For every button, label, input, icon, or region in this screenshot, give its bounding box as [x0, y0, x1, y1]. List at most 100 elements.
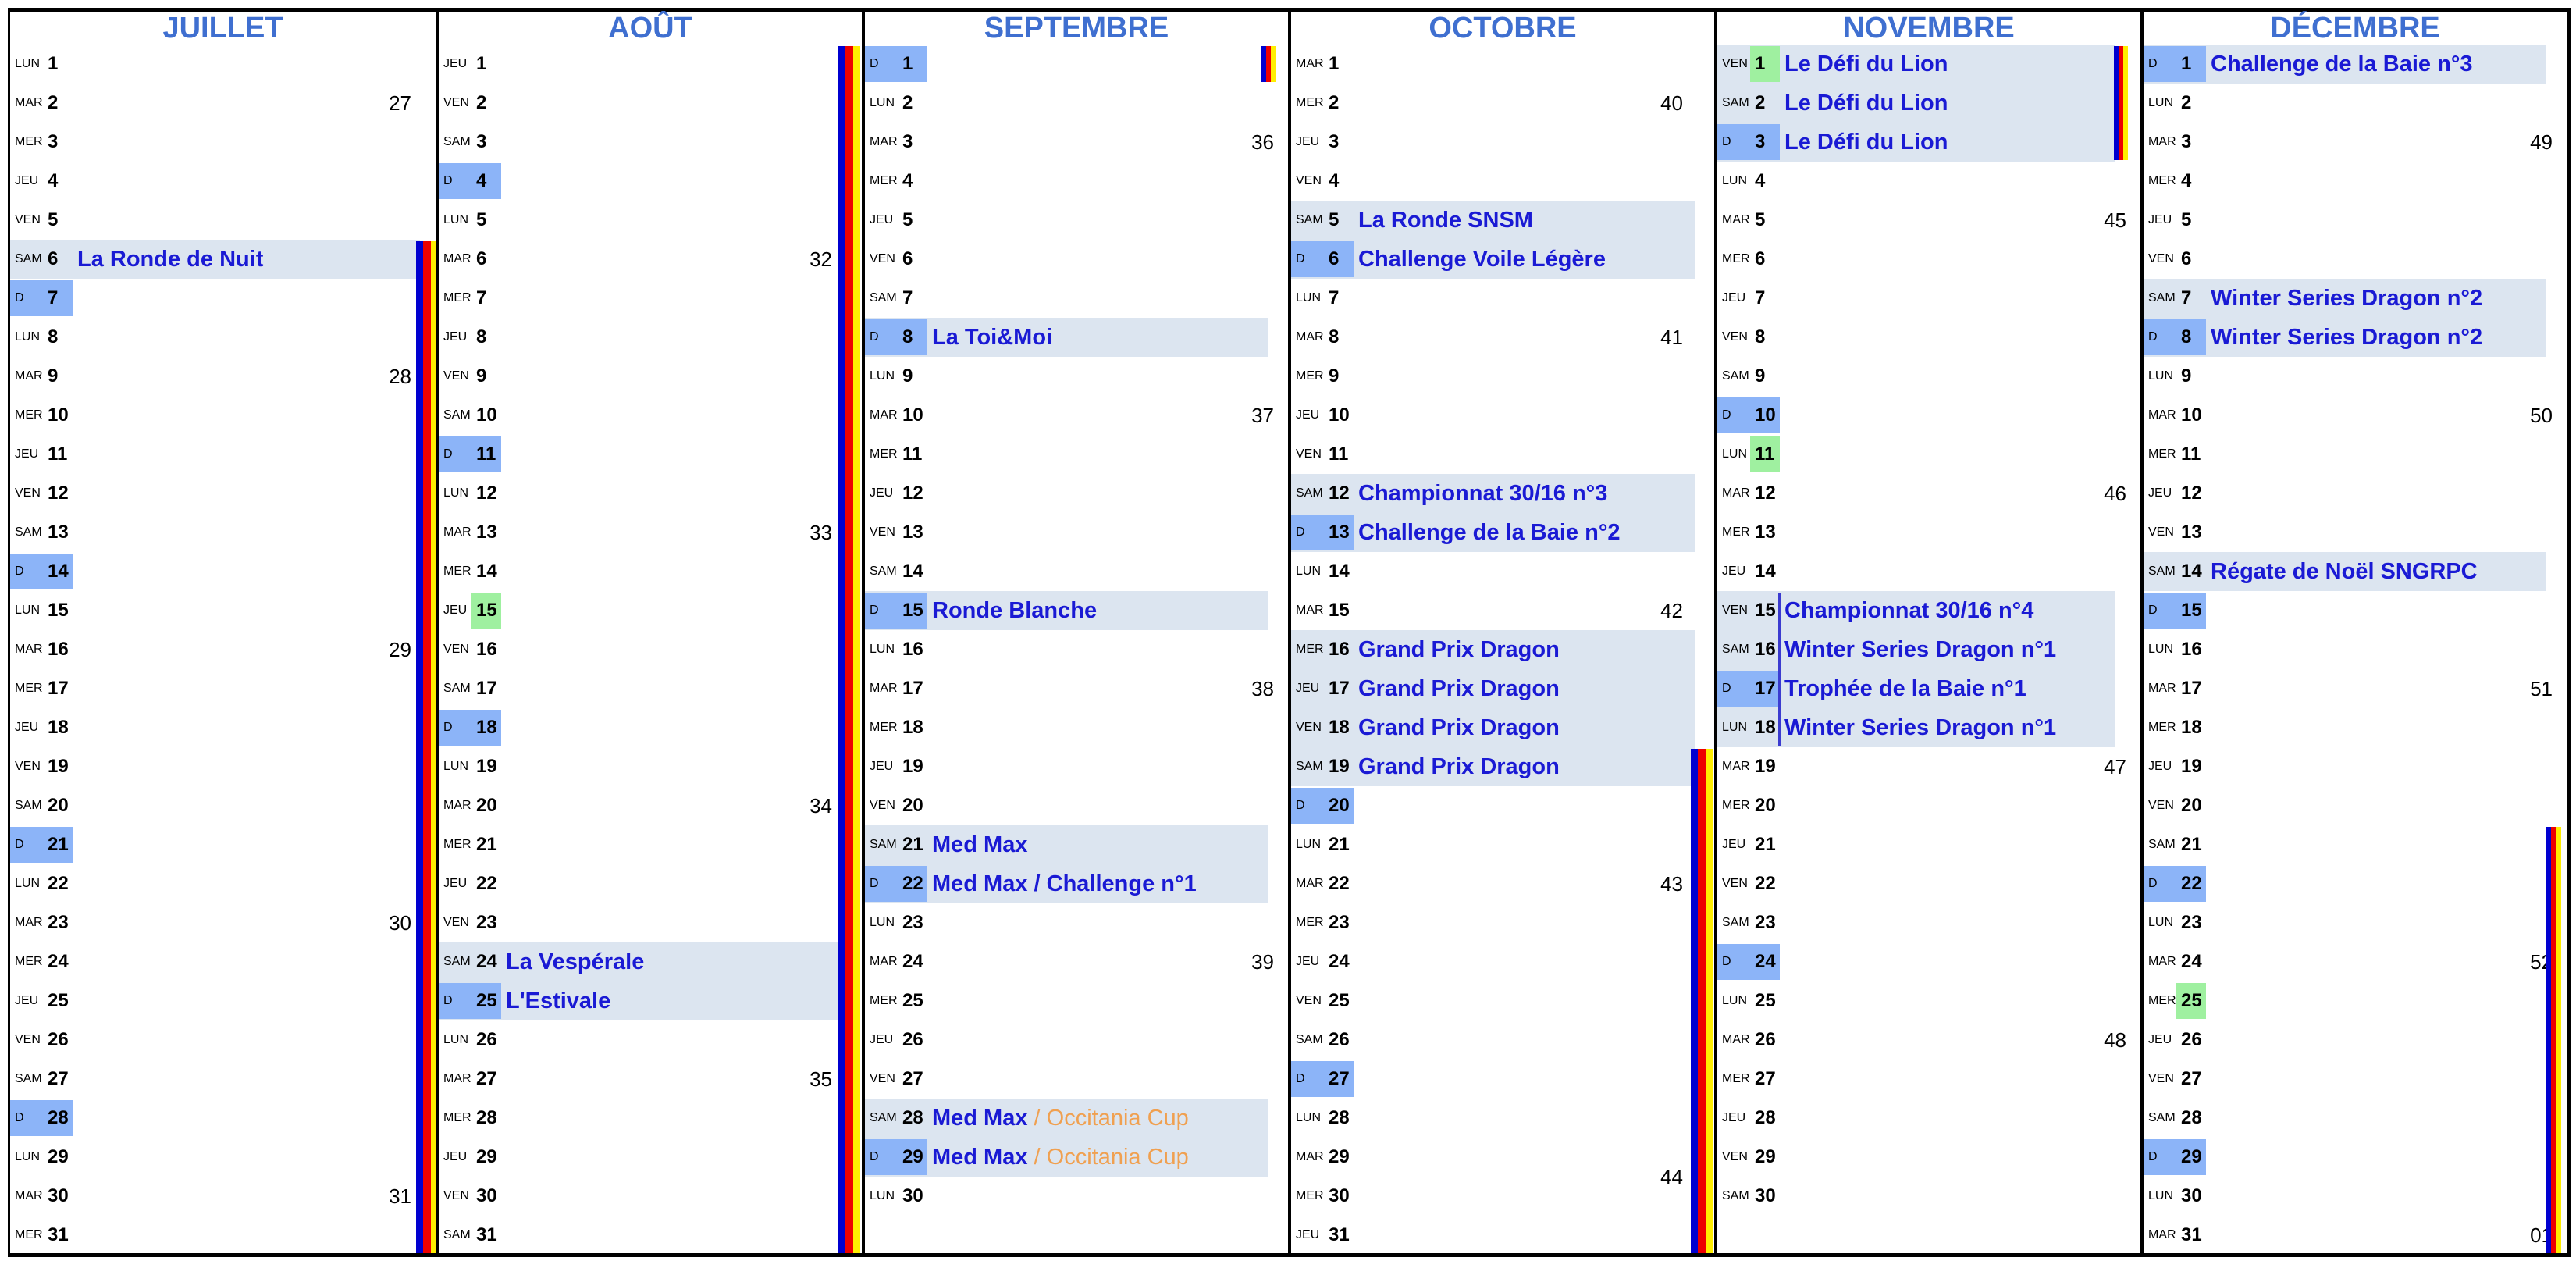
day-row: VEN 25 — [1291, 981, 1714, 1020]
event-label[interactable]: Challenge de la Baie n°2 — [1358, 513, 1621, 552]
weekday-label: MAR — [15, 1189, 43, 1202]
day-row: SAM 6 La Ronde de Nuit — [10, 240, 436, 279]
day-row: SAM 9 — [1717, 357, 2140, 396]
weekday-label: MAR — [2148, 135, 2176, 148]
event-label[interactable]: Med Max / Challenge n°1 — [932, 864, 1197, 903]
weekday-label: SAM — [443, 135, 471, 148]
event-label[interactable]: Le Défi du Lion — [1784, 84, 1948, 123]
event-label[interactable]: La Ronde SNSM — [1358, 201, 1533, 240]
event-label[interactable]: La Toi&Moi — [932, 318, 1052, 357]
day-row: SAM 5 La Ronde SNSM — [1291, 201, 1714, 240]
day-number: 28 — [1755, 1107, 1776, 1128]
day-number: 18 — [902, 717, 923, 738]
weekday-label: D — [870, 877, 879, 890]
weekday-label: JEU — [443, 330, 468, 344]
event-label[interactable]: La Ronde de Nuit — [77, 240, 263, 279]
day-row: D 25 L'Estivale — [439, 981, 862, 1020]
day-row: D 24 — [1717, 942, 2140, 981]
event-label[interactable]: L'Estivale — [506, 981, 610, 1020]
weekday-label: MER — [443, 565, 471, 578]
day-number: 15 — [476, 600, 497, 621]
day-row: VEN 13 — [865, 513, 1288, 552]
event-label[interactable]: Med Max — [932, 825, 1027, 864]
event-label[interactable]: Trophée de la Baie n°1 — [1784, 669, 2026, 708]
week-number: 37 — [1251, 404, 1274, 427]
month-title: SEPTEMBRE — [984, 12, 1169, 45]
day-number: 12 — [1755, 483, 1776, 504]
weekday-label: JEU — [2148, 1033, 2172, 1046]
event-title: Med Max — [932, 832, 1028, 857]
event-label[interactable]: Grand Prix Dragon — [1358, 747, 1560, 786]
day-number: 2 — [48, 92, 59, 113]
day-row: LUN 16 — [2144, 630, 2567, 669]
weekday-label: LUN — [1722, 447, 1748, 461]
day-row: VEN 19 — [10, 747, 436, 786]
weekday-label: SAM — [870, 291, 897, 305]
weekday-label: MER — [2148, 174, 2176, 187]
event-label[interactable]: Winter Series Dragon n°2 — [2211, 318, 2482, 357]
weekday-label: VEN — [1722, 604, 1748, 617]
day-number: 19 — [48, 756, 69, 777]
week-number: 43 — [1660, 872, 1683, 896]
day-number: 17 — [902, 678, 923, 699]
day-number: 2 — [1755, 92, 1766, 113]
day-row: SAM 27 — [10, 1060, 436, 1099]
weekday-label: D — [2148, 57, 2158, 70]
event-label[interactable]: Le Défi du Lion — [1784, 123, 1948, 162]
day-number: 23 — [902, 912, 923, 933]
event-label[interactable]: Grand Prix Dragon — [1358, 669, 1560, 708]
weekday-label: MER — [1722, 799, 1750, 812]
weekday-label: D — [1296, 252, 1305, 265]
day-row: JEU 4 — [10, 162, 436, 201]
event-label[interactable]: Challenge de la Baie n°3 — [2211, 45, 2473, 84]
event-label[interactable]: Med Max / Occitania Cup — [932, 1099, 1189, 1138]
event-label[interactable]: Med Max / Occitania Cup — [932, 1138, 1189, 1177]
day-number: 20 — [48, 795, 69, 816]
day-number: 22 — [476, 873, 497, 894]
day-row: JEU 22 — [439, 864, 862, 903]
day-number: 5 — [1329, 209, 1340, 230]
weekday-label: MER — [15, 1228, 43, 1241]
day-number: 4 — [476, 170, 487, 191]
weekday-label: LUN — [15, 57, 41, 70]
day-number: 8 — [2181, 326, 2192, 347]
event-label[interactable]: Winter Series Dragon n°1 — [1784, 708, 2056, 747]
day-number: 23 — [476, 912, 497, 933]
event-label[interactable]: Winter Series Dragon n°2 — [2211, 279, 2482, 318]
weekday-label: LUN — [2148, 369, 2174, 383]
weekday-label: SAM — [2148, 565, 2176, 578]
day-row: D 22 Med Max / Challenge n°1 — [865, 864, 1288, 903]
day-number: 12 — [902, 483, 923, 504]
weekday-label: D — [443, 721, 453, 734]
period-stripe — [1261, 46, 1276, 82]
weekday-label: MAR — [15, 643, 43, 656]
event-label[interactable]: Le Défi du Lion — [1784, 45, 1948, 84]
day-row: MER 13 — [1717, 513, 2140, 552]
day-number: 15 — [902, 600, 923, 621]
day-row: LUN 23 — [865, 903, 1288, 942]
day-row: MAR 3 — [2144, 123, 2567, 162]
day-number: 25 — [1755, 990, 1776, 1011]
event-label[interactable]: Championnat 30/16 n°4 — [1784, 591, 2033, 630]
event-label[interactable]: Challenge Voile Légère — [1358, 240, 1606, 279]
day-row: MER 14 — [439, 552, 862, 591]
event-label[interactable]: Grand Prix Dragon — [1358, 708, 1560, 747]
day-row: JEU 5 — [865, 201, 1288, 240]
day-number: 28 — [48, 1107, 69, 1128]
event-label[interactable]: Grand Prix Dragon — [1358, 630, 1560, 669]
day-row: MER 24 — [10, 942, 436, 981]
day-row: SAM 2 Le Défi du Lion — [1717, 84, 2140, 123]
day-row: D 13 Challenge de la Baie n°2 — [1291, 513, 1714, 552]
day-row: SAM 23 — [1717, 903, 2140, 942]
week-number: 46 — [2104, 482, 2126, 505]
event-label[interactable]: Ronde Blanche — [932, 591, 1097, 630]
month-column: SEPTEMBRE D 1 LUN 2 MAR 3 MER 4 JEU 5 VEN 6 SAM 7 D 8 La … — [862, 12, 1288, 1253]
day-row: JEU 29 — [439, 1138, 862, 1177]
event-label[interactable]: Winter Series Dragon n°1 — [1784, 630, 2056, 669]
weekday-label: VEN — [870, 799, 895, 812]
event-label[interactable]: La Vespérale — [506, 942, 644, 981]
event-label[interactable]: Championnat 30/16 n°3 — [1358, 474, 1607, 513]
event-label[interactable]: Régate de Noël SNGRPC — [2211, 552, 2478, 591]
day-number: 15 — [1329, 600, 1350, 621]
weekday-label: LUN — [870, 96, 895, 109]
